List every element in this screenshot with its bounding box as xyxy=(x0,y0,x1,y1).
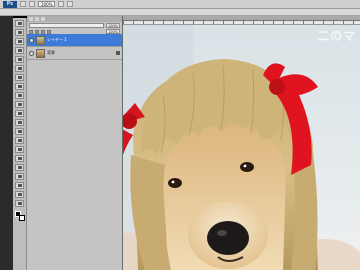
eyedropper-tool-icon[interactable] xyxy=(15,65,24,72)
healing-tool-icon[interactable] xyxy=(15,74,24,81)
fill-field[interactable]: 100% xyxy=(106,29,120,34)
history-brush-tool-icon[interactable] xyxy=(15,101,24,108)
arrange-button[interactable] xyxy=(58,1,65,7)
minibridge-button[interactable] xyxy=(29,1,35,7)
lock-all-icon[interactable] xyxy=(47,29,51,34)
layers-panel: 100% 100% レイヤー 1 背景 xyxy=(27,16,123,270)
tab-channels[interactable] xyxy=(35,17,39,21)
type-tool-icon[interactable] xyxy=(15,155,24,162)
lock-position-icon[interactable] xyxy=(41,29,45,34)
blend-mode-select[interactable] xyxy=(29,23,104,28)
3d-tool-icon[interactable] xyxy=(15,182,24,189)
visibility-eye-icon[interactable] xyxy=(29,37,34,43)
lasso-tool-icon[interactable] xyxy=(15,38,24,45)
zoom-tool-icon[interactable] xyxy=(15,200,24,207)
move-tool-icon[interactable] xyxy=(15,20,24,27)
clone-stamp-tool-icon[interactable] xyxy=(15,92,24,99)
watermark-logo: 二のマ xyxy=(316,29,356,43)
color-swatches[interactable] xyxy=(14,211,25,221)
marquee-tool-icon[interactable] xyxy=(15,29,24,36)
hand-tool-icon[interactable] xyxy=(15,191,24,198)
bridge-button[interactable] xyxy=(20,1,26,7)
opacity-field[interactable]: 100% xyxy=(106,23,120,28)
layer-row-background[interactable]: 背景 xyxy=(27,47,122,60)
layer-name: 背景 xyxy=(47,50,55,55)
layer-row-1[interactable]: レイヤー 1 xyxy=(27,34,122,47)
photoshop-window: Ps 100% 100% 100% レイヤー 1 背景 二のマ xyxy=(0,0,360,270)
pen-tool-icon[interactable] xyxy=(15,146,24,153)
dog-eye-left xyxy=(168,178,182,188)
dog-nose xyxy=(207,221,249,255)
lock-pixels-icon[interactable] xyxy=(35,29,39,34)
tab-paths[interactable] xyxy=(41,17,45,21)
layer-thumbnail xyxy=(36,48,45,58)
shape-tool-icon[interactable] xyxy=(15,173,24,180)
layer-name: レイヤー 1 xyxy=(47,37,67,42)
quick-selection-tool-icon[interactable] xyxy=(15,47,24,54)
gradient-tool-icon[interactable] xyxy=(15,119,24,126)
dodge-tool-icon[interactable] xyxy=(15,137,24,144)
layer-thumbnail xyxy=(36,35,45,45)
document-canvas[interactable]: 二のマ xyxy=(123,25,360,270)
left-gutter xyxy=(0,16,13,270)
blur-tool-icon[interactable] xyxy=(15,128,24,135)
background-color-swatch[interactable] xyxy=(18,215,25,221)
brush-tool-icon[interactable] xyxy=(15,83,24,90)
zoom-field[interactable]: 100% xyxy=(38,1,56,7)
lock-transparency-icon[interactable] xyxy=(29,29,33,34)
menu-bar: Ps 100% xyxy=(0,0,360,9)
options-bar xyxy=(0,9,360,16)
screen-mode-button[interactable] xyxy=(67,1,74,7)
path-selection-tool-icon[interactable] xyxy=(15,164,24,171)
crop-tool-icon[interactable] xyxy=(15,56,24,63)
photo-composite xyxy=(123,25,360,270)
visibility-eye-icon[interactable] xyxy=(29,50,34,56)
eraser-tool-icon[interactable] xyxy=(15,110,24,117)
tools-panel xyxy=(13,18,27,270)
lock-icon xyxy=(116,51,120,55)
tab-layers[interactable] xyxy=(29,17,33,21)
blend-row: 100% xyxy=(27,22,122,29)
photoshop-logo: Ps xyxy=(3,0,17,8)
dog-eye-right xyxy=(240,162,254,172)
